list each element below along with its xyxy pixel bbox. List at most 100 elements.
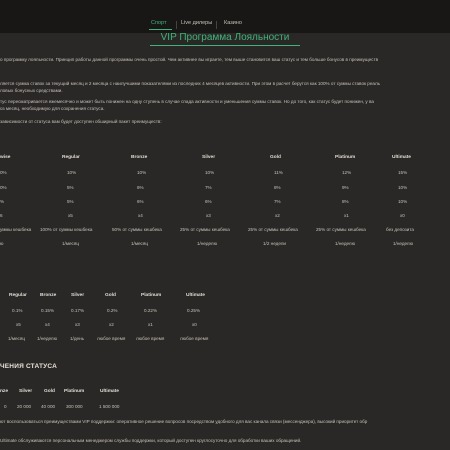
table-header: Regular xyxy=(62,155,80,160)
table-cell: без депозита xyxy=(386,227,414,232)
table-cell: 50% от суммы кешбека xyxy=(112,227,162,232)
section-heading: ЧЕНИЯ СТАТУСА xyxy=(0,363,58,370)
vip-support-note: ют воспользоваться преимуществами VIP по… xyxy=(0,419,368,424)
table-cell: x5 xyxy=(68,213,73,218)
table-cell: 1/неделю xyxy=(335,241,356,246)
nav-item-sport[interactable]: Спорт xyxy=(151,20,166,26)
table-cell: 0% xyxy=(0,170,7,175)
nav-active-indicator xyxy=(149,29,172,30)
table-cell: 10% xyxy=(398,199,408,204)
table-header: Gold xyxy=(270,155,281,160)
nav-divider xyxy=(216,21,217,29)
nav-item-live-dealers[interactable]: Live дилеры xyxy=(181,20,212,26)
table-cell: 0.1% xyxy=(12,308,23,313)
table-cell: 1/неделю xyxy=(37,336,58,341)
nav-item-casino[interactable]: Казино xyxy=(224,20,242,26)
table-cell: 1/день xyxy=(70,336,84,341)
table-cell: 12% xyxy=(342,170,352,175)
table-cell: 1/месяц xyxy=(62,241,79,246)
table-cell: 7% xyxy=(274,199,281,204)
table-cell: 15% xyxy=(398,170,408,175)
table-cell: 11% xyxy=(274,170,283,175)
table-header: Silver xyxy=(19,389,33,394)
table-cell: 10% xyxy=(67,170,77,175)
table-cell: 0% xyxy=(0,185,7,190)
paragraph-4: зависимости от статуса вам будет доступе… xyxy=(0,119,162,124)
table-cell: 6% xyxy=(137,199,144,204)
nav-divider xyxy=(176,21,177,29)
table-cell: 40 000 xyxy=(41,404,56,409)
table-cell: 10% xyxy=(137,170,147,175)
table-cell: 7% xyxy=(205,185,212,190)
table-cell: 0 xyxy=(4,404,7,409)
table-cell: уммы кешбека xyxy=(0,227,32,232)
table-header: Platinum xyxy=(141,293,162,298)
table-cell: x2 xyxy=(275,213,280,218)
table-header: Platinum xyxy=(64,389,85,394)
table-cell: 6 xyxy=(0,213,3,218)
table-header: Bronze xyxy=(40,293,57,298)
table-cell: 10% xyxy=(205,170,215,175)
table-cell: x3 xyxy=(75,322,80,327)
table-cell: 25% от суммы кешбека xyxy=(248,227,298,232)
table-header: Bronze xyxy=(131,155,148,160)
ultimate-manager-note: Ultimate обслуживаются персональным мене… xyxy=(0,438,302,443)
table-cell: 8% xyxy=(342,199,349,204)
table-cell: 5% xyxy=(67,199,74,204)
table-cell: 20 000 xyxy=(17,404,32,409)
table-cell: x2 xyxy=(109,322,114,327)
table-cell: x5 xyxy=(16,322,21,327)
table-header: Platinum xyxy=(335,155,356,160)
page-title: VIP Программа Лояльности xyxy=(160,32,290,43)
table-cell: 0.15% xyxy=(41,308,55,313)
table-cell: любое время xyxy=(180,336,209,341)
table-cell: x1 xyxy=(148,322,153,327)
table-header: Silver xyxy=(71,293,85,298)
table-cell: 1/2 недели xyxy=(263,241,286,246)
intro-paragraph: о программу лояльности. Принцип работы д… xyxy=(0,57,379,62)
table-cell: x0 xyxy=(192,322,197,327)
table-cell: 0.25% xyxy=(187,308,201,313)
table-header: Ultimate xyxy=(100,389,119,394)
table-cell: % xyxy=(0,199,5,204)
table-cell: 25% от суммы кешбека xyxy=(316,227,366,232)
title-underline xyxy=(150,45,300,46)
table-cell: 0.17% xyxy=(71,308,85,313)
table-cell: ю xyxy=(0,241,4,246)
paragraph-2-line-2: ловых бонусных средствами. xyxy=(0,88,63,93)
table-cell: 9% xyxy=(342,185,349,190)
table-cell: 0.2% xyxy=(107,308,118,313)
table-cell: 10% xyxy=(398,185,408,190)
table-cell: x4 xyxy=(45,322,50,327)
table-cell: 300 000 xyxy=(66,404,83,409)
paragraph-2-line-1: ляется сумма ставок за текущий месяц и 2… xyxy=(0,81,381,86)
table-cell: 5% xyxy=(67,185,74,190)
table-cell: любое время xyxy=(136,336,165,341)
table-header: Silver xyxy=(202,155,216,160)
table-cell: 1/неделю xyxy=(197,241,218,246)
table-cell: 100% от суммы кешбека xyxy=(40,227,93,232)
paragraph-3-line-2: оз месяц, необходимую для сохранения ста… xyxy=(0,106,105,111)
table-cell: 25% от суммы кешбека xyxy=(180,227,230,232)
table-header: wise xyxy=(0,155,11,160)
table-cell: 6% xyxy=(205,199,212,204)
table-cell: 6% xyxy=(137,185,144,190)
table-cell: x4 xyxy=(138,213,143,218)
table-header: Gold xyxy=(44,389,55,394)
table-header: nze xyxy=(0,389,8,394)
table-cell: x0 xyxy=(400,213,405,218)
table-header: Ultimate xyxy=(392,155,411,160)
table-cell: 1/неделю xyxy=(393,241,414,246)
table-header: Regular xyxy=(9,293,27,298)
table-cell: 1/месяц xyxy=(131,241,148,246)
table-cell: 0.22% xyxy=(144,308,158,313)
table-header: Ultimate xyxy=(186,293,205,298)
table-header: Gold xyxy=(105,293,116,298)
table-cell: x1 xyxy=(344,213,349,218)
table-cell: любое время xyxy=(97,336,126,341)
table-cell: x3 xyxy=(206,213,211,218)
paragraph-3-line-1: тус пересматривается ежемесячно и может … xyxy=(0,99,374,104)
table-cell: 1/месяц xyxy=(8,336,25,341)
table-cell: 8% xyxy=(274,185,281,190)
table-cell: 1 500 000 xyxy=(99,404,120,409)
